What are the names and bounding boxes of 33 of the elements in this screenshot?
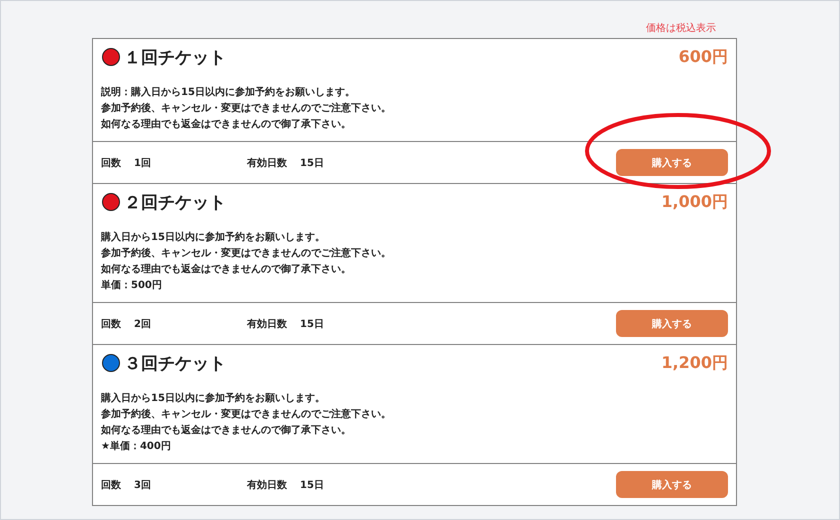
- count-value: 3回: [134, 478, 151, 492]
- description-line: 如何なる理由でも返金はできませんので御了承下さい。: [101, 118, 352, 132]
- purchase-button[interactable]: 購入する: [616, 149, 728, 176]
- purchase-button[interactable]: 購入する: [616, 310, 728, 337]
- validity-value: 15日: [300, 318, 324, 330]
- description-line: 如何なる理由でも返金はできませんので御了承下さい。: [101, 262, 352, 277]
- count-label: 回数: [101, 318, 121, 330]
- validity-label: 有効日数: [247, 318, 287, 330]
- description-line: 如何なる理由でも返金はできませんので御了承下さい。: [101, 424, 352, 438]
- description-line: 説明：購入日から15日以内に参加予約をお願いします。: [101, 86, 356, 100]
- validity-value: 15日: [300, 156, 324, 170]
- ticket-title: ３回チケット: [124, 352, 226, 374]
- count-value: 1回: [134, 156, 151, 170]
- description-line: 購入日から15日以内に参加予約をお願いします。: [101, 230, 326, 245]
- description-line: 参加予約後、キャンセル・変更はできませんのでご注意下さい。: [101, 246, 392, 261]
- purchase-button[interactable]: 購入する: [616, 471, 728, 498]
- count-value: 2回: [134, 318, 151, 330]
- ticket-price: 1,000円: [661, 192, 728, 212]
- description-line: 参加予約後、キャンセル・変更はできませんのでご注意下さい。: [101, 101, 392, 116]
- validity-label: 有効日数: [247, 478, 287, 492]
- validity-value: 15日: [300, 478, 324, 492]
- description-line: 単価：500円: [101, 278, 163, 293]
- tax-note: 価格は税込表示: [646, 22, 716, 35]
- description-line: ★単価：400円: [101, 440, 172, 454]
- ticket-title: １回チケット: [124, 46, 226, 68]
- count-label: 回数: [101, 156, 121, 170]
- count-label: 回数: [101, 478, 121, 492]
- description-line: 購入日から15日以内に参加予約をお願いします。: [101, 392, 326, 406]
- ticket-price: 1,200円: [661, 352, 728, 374]
- validity-label: 有効日数: [247, 156, 287, 170]
- ticket-price: 600円: [678, 46, 728, 68]
- ticket-title: ２回チケット: [124, 192, 226, 214]
- description-line: 参加予約後、キャンセル・変更はできませんのでご注意下さい。: [101, 407, 392, 422]
